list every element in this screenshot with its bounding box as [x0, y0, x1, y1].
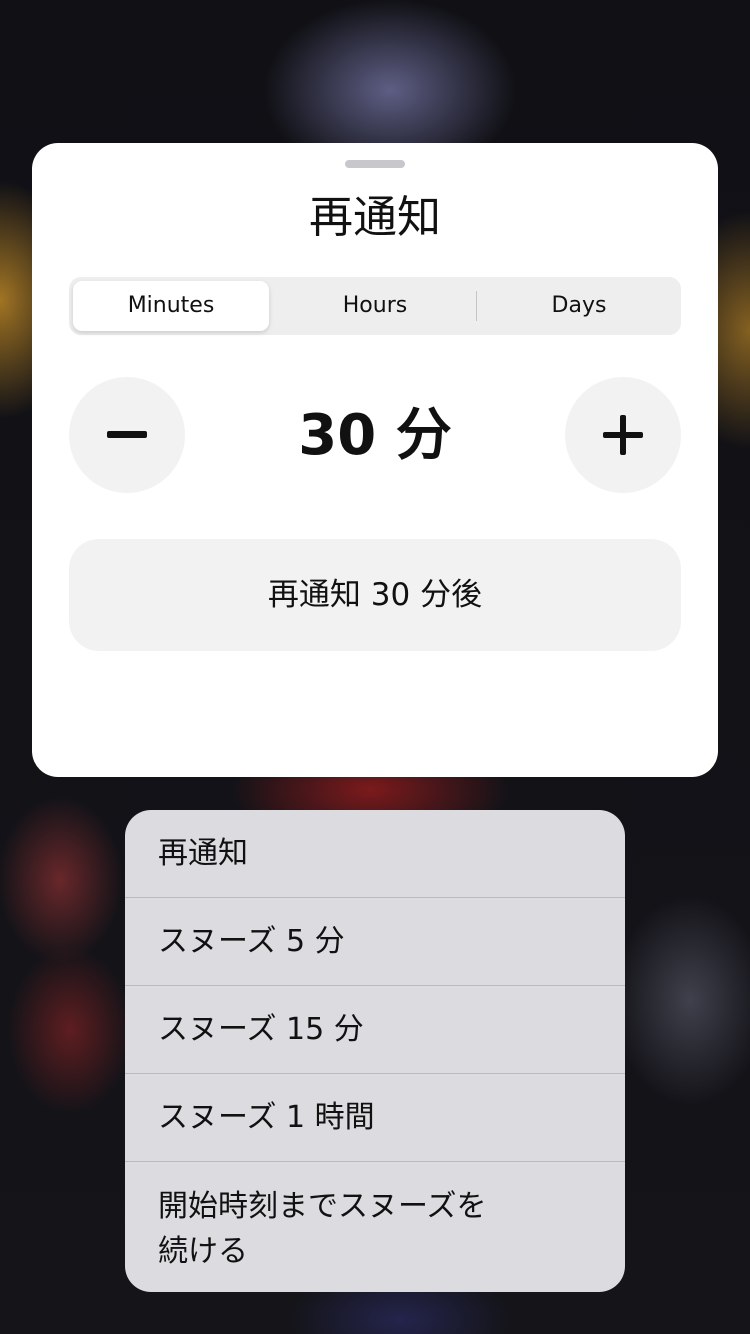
- duration-value: 30 分: [298, 403, 452, 468]
- increment-button[interactable]: [565, 377, 681, 493]
- menu-item-snooze[interactable]: 再通知: [125, 810, 625, 897]
- menu-item-snooze-5-min[interactable]: スヌーズ 5 分: [125, 898, 625, 985]
- menu-item-snooze-15-min[interactable]: スヌーズ 15 分: [125, 986, 625, 1073]
- unit-segmented-control: Minutes Hours Days: [69, 277, 681, 335]
- menu-item-snooze-until-start[interactable]: 開始時刻までスヌーズを 続ける: [125, 1162, 625, 1274]
- segment-divider: [476, 291, 477, 321]
- snooze-card: 再通知 Minutes Hours Days 30 分 再通知 30 分後: [32, 143, 718, 777]
- minus-icon: [107, 431, 147, 438]
- menu-item-snooze-1-hour[interactable]: スヌーズ 1 時間: [125, 1074, 625, 1161]
- card-title: 再通知: [309, 192, 441, 243]
- context-menu: 再通知 スヌーズ 5 分 スヌーズ 15 分 スヌーズ 1 時間 開始時刻までス…: [125, 810, 625, 1292]
- decrement-button[interactable]: [69, 377, 185, 493]
- snooze-confirm-button[interactable]: 再通知 30 分後: [69, 539, 681, 651]
- segment-minutes[interactable]: Minutes: [73, 281, 269, 331]
- segment-days[interactable]: Days: [481, 281, 677, 331]
- segment-hours[interactable]: Hours: [277, 281, 473, 331]
- sheet-grabber[interactable]: [345, 160, 405, 168]
